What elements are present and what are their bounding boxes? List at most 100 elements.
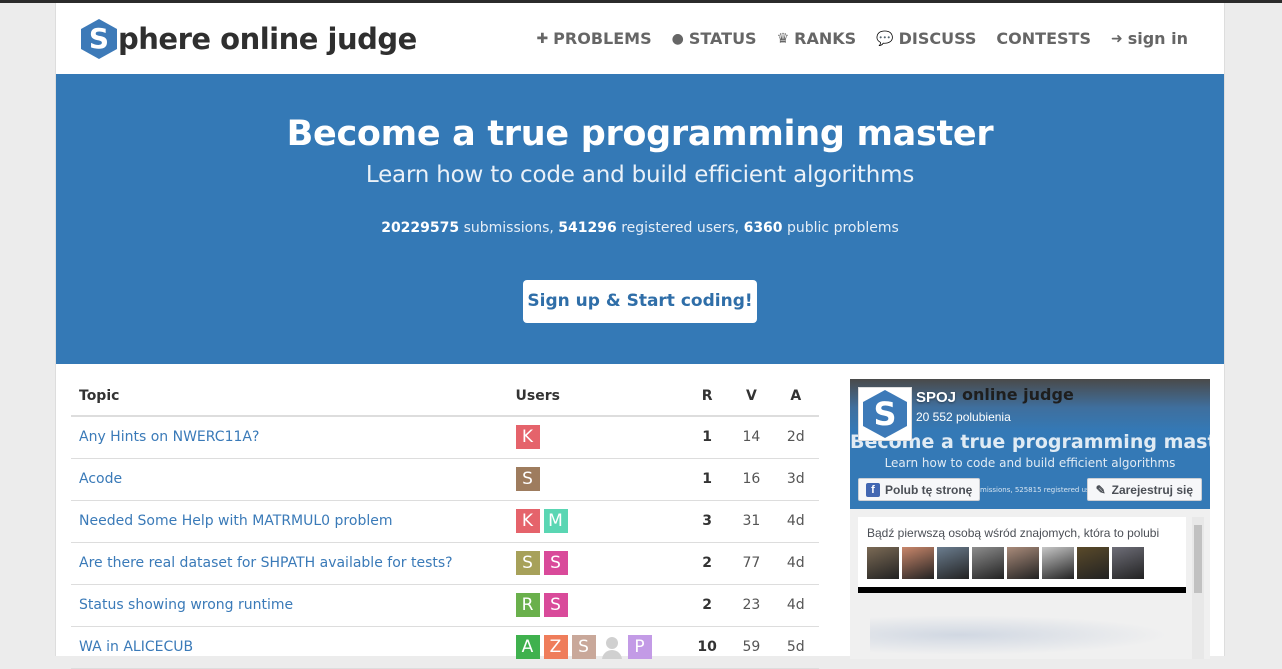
logo-text: phere online judge bbox=[118, 22, 417, 56]
column-topic: Topic bbox=[71, 376, 508, 417]
friend-avatar[interactable] bbox=[972, 547, 1004, 579]
topic-link[interactable]: Needed Some Help with MATRMUL0 problem bbox=[79, 513, 392, 529]
user-avatar[interactable]: S bbox=[515, 551, 540, 575]
comments-icon: 💬 bbox=[876, 30, 894, 47]
user-avatar[interactable]: A bbox=[515, 635, 540, 659]
table-row: Needed Some Help with MATRMUL0 problem K M… bbox=[71, 500, 819, 543]
users-cell: S bbox=[507, 458, 684, 501]
friend-avatar[interactable] bbox=[902, 547, 934, 579]
nav-discuss[interactable]: 💬 DISCUSS bbox=[876, 29, 976, 48]
topic-cell: Needed Some Help with MATRMUL0 problem bbox=[71, 500, 508, 543]
views-count: 77 bbox=[730, 542, 773, 585]
hero-banner: Become a true programming master Learn h… bbox=[56, 74, 1224, 364]
friend-avatar[interactable] bbox=[1007, 547, 1039, 579]
table-row: Acode S 1 16 3d bbox=[71, 458, 819, 501]
facebook-register-button[interactable]: ✎ Zarejestruj się bbox=[1086, 478, 1202, 501]
activity-age: 4d bbox=[772, 500, 819, 543]
pencil-icon: ✎ bbox=[1095, 482, 1106, 497]
column-users: Users bbox=[507, 376, 684, 417]
facebook-cover-image[interactable]: online judge Become a true programming m… bbox=[850, 379, 1210, 509]
nav-problems[interactable]: ✚ PROBLEMS bbox=[536, 29, 651, 48]
site-logo[interactable]: S phere online judge bbox=[81, 19, 417, 59]
nav-contests[interactable]: CONTESTS bbox=[996, 29, 1091, 48]
table-header-row: Topic Users R V A bbox=[71, 376, 819, 417]
cover-subtitle: Learn how to code and build efficient al… bbox=[884, 456, 1176, 470]
facebook-profile-picture[interactable]: S bbox=[858, 387, 912, 441]
scrollbar-thumb[interactable] bbox=[1194, 525, 1202, 593]
topic-cell: Acode bbox=[71, 458, 508, 501]
sign-in-icon: ➜ bbox=[1110, 30, 1123, 47]
friend-avatar[interactable] bbox=[937, 547, 969, 579]
spoj-logo-icon: S bbox=[863, 390, 907, 438]
nav-sign-in[interactable]: ➜ sign in bbox=[1111, 29, 1188, 48]
views-count: 14 bbox=[730, 416, 773, 459]
submissions-label: submissions, bbox=[459, 220, 559, 236]
facebook-like-button[interactable]: f Polub tę stronę bbox=[858, 478, 981, 501]
user-avatar[interactable]: M bbox=[543, 509, 568, 533]
views-count: 16 bbox=[730, 458, 773, 501]
friends-text: Bądź pierwszą osobą wśród znajomych, któ… bbox=[867, 526, 1160, 540]
nav-label: RANKS bbox=[794, 29, 857, 48]
user-avatar[interactable]: Z bbox=[543, 635, 568, 659]
hero-subtitle: Learn how to code and build efficient al… bbox=[365, 162, 915, 188]
table-row: Are there real dataset for SHPATH availa… bbox=[71, 542, 819, 585]
activity-age: 5d bbox=[772, 626, 819, 669]
topic-link[interactable]: Status showing wrong runtime bbox=[79, 597, 293, 613]
signup-button[interactable]: Sign up & Start coding! bbox=[523, 280, 757, 323]
column-replies: R bbox=[683, 376, 731, 417]
views-count: 23 bbox=[730, 584, 773, 627]
user-avatar[interactable]: S bbox=[515, 467, 540, 491]
circle-icon: ● bbox=[671, 30, 684, 47]
users-count: 541296 bbox=[558, 220, 617, 236]
user-avatar[interactable]: K bbox=[515, 425, 540, 450]
nav-status[interactable]: ● STATUS bbox=[672, 29, 757, 48]
register-button-label: Zarejestruj się bbox=[1111, 482, 1193, 497]
problems-count: 6360 bbox=[743, 220, 783, 236]
forum-topics-table: Topic Users R V A Any Hints on NWERC11A?… bbox=[71, 376, 819, 669]
submissions-count: 20229575 bbox=[381, 220, 460, 236]
replies-count: 10 bbox=[683, 626, 731, 669]
users-cell: RS bbox=[507, 584, 684, 627]
nav-label: DISCUSS bbox=[898, 29, 977, 48]
user-avatar[interactable]: R bbox=[515, 593, 540, 617]
default-avatar-icon[interactable] bbox=[600, 635, 624, 659]
replies-count: 1 bbox=[683, 458, 731, 501]
nav-label: sign in bbox=[1127, 29, 1188, 48]
users-cell: K bbox=[507, 416, 684, 459]
hero-title: Become a true programming master bbox=[286, 114, 994, 154]
nav-ranks[interactable]: ♛ RANKS bbox=[777, 29, 857, 48]
user-avatar[interactable]: K bbox=[515, 509, 540, 533]
topic-link[interactable]: WA in ALICECUB bbox=[79, 639, 193, 655]
topic-link[interactable]: Are there real dataset for SHPATH availa… bbox=[79, 555, 453, 571]
user-avatar[interactable]: S bbox=[543, 593, 568, 617]
facebook-likes-count: 20 552 polubienia bbox=[916, 410, 1011, 424]
users-cell: AZS P bbox=[507, 626, 684, 669]
friend-avatar[interactable] bbox=[1112, 547, 1144, 579]
user-avatar[interactable]: S bbox=[571, 635, 596, 659]
activity-age: 3d bbox=[772, 458, 819, 501]
friend-avatar[interactable] bbox=[1042, 547, 1074, 579]
main-nav: ✚ PROBLEMS ● STATUS ♛ RANKS 💬 DISCUSS CONTESTS ➜ s… bbox=[536, 29, 1188, 48]
facebook-page-name[interactable]: SPOJ bbox=[916, 389, 956, 406]
users-label: registered users, bbox=[616, 220, 744, 236]
topic-link[interactable]: Any Hints on NWERC11A? bbox=[79, 429, 259, 445]
topic-link[interactable]: Acode bbox=[79, 471, 122, 487]
nav-label: STATUS bbox=[688, 29, 757, 48]
user-avatar[interactable]: P bbox=[627, 635, 652, 659]
user-avatar[interactable]: S bbox=[543, 551, 568, 575]
facebook-scrollbar[interactable] bbox=[1192, 517, 1204, 659]
facebook-page-widget: online judge Become a true programming m… bbox=[850, 379, 1210, 659]
activity-age: 2d bbox=[772, 416, 819, 459]
cover-logo-text: online judge bbox=[962, 385, 1074, 404]
site-stats: 20229575 submissions, 541296 registered … bbox=[56, 220, 1224, 236]
facebook-friends-box: Bądź pierwszą osobą wśród znajomych, któ… bbox=[858, 517, 1186, 593]
activity-age: 4d bbox=[772, 542, 819, 585]
site-header: S phere online judge ✚ PROBLEMS ● STATUS ♛ RA… bbox=[56, 3, 1224, 74]
friend-avatar[interactable] bbox=[867, 547, 899, 579]
friend-avatar[interactable] bbox=[1077, 547, 1109, 579]
nav-label: PROBLEMS bbox=[553, 29, 652, 48]
replies-count: 2 bbox=[683, 542, 731, 585]
topic-cell: Any Hints on NWERC11A? bbox=[71, 416, 508, 459]
puzzle-icon: ✚ bbox=[536, 30, 549, 47]
replies-count: 2 bbox=[683, 584, 731, 627]
